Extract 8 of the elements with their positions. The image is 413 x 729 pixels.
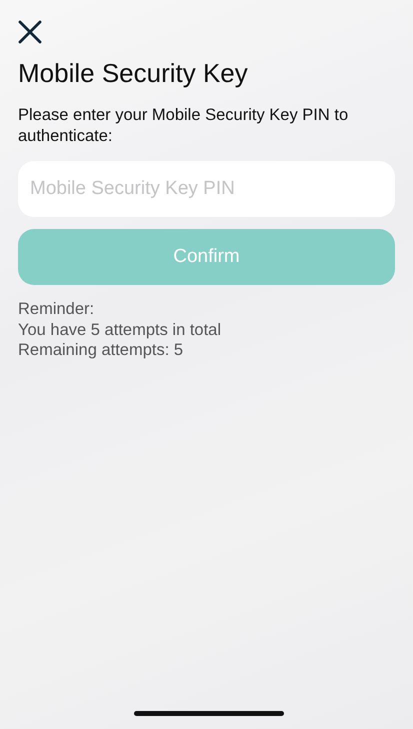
reminder-text: Remaining attempts: 5	[18, 340, 184, 360]
instruction-text: Please enter your Mobile Security Key PIN to authenticate:	[18, 105, 350, 147]
pin-field[interactable]: Mobile Security Key PIN	[18, 161, 395, 217]
page-title: Mobile Security Key	[18, 58, 249, 89]
reminder-text: You have 5 attempts in total	[18, 320, 222, 340]
reminder-text: Reminder:	[18, 299, 96, 320]
close-button[interactable]	[18, 20, 42, 44]
close-icon	[18, 20, 42, 44]
